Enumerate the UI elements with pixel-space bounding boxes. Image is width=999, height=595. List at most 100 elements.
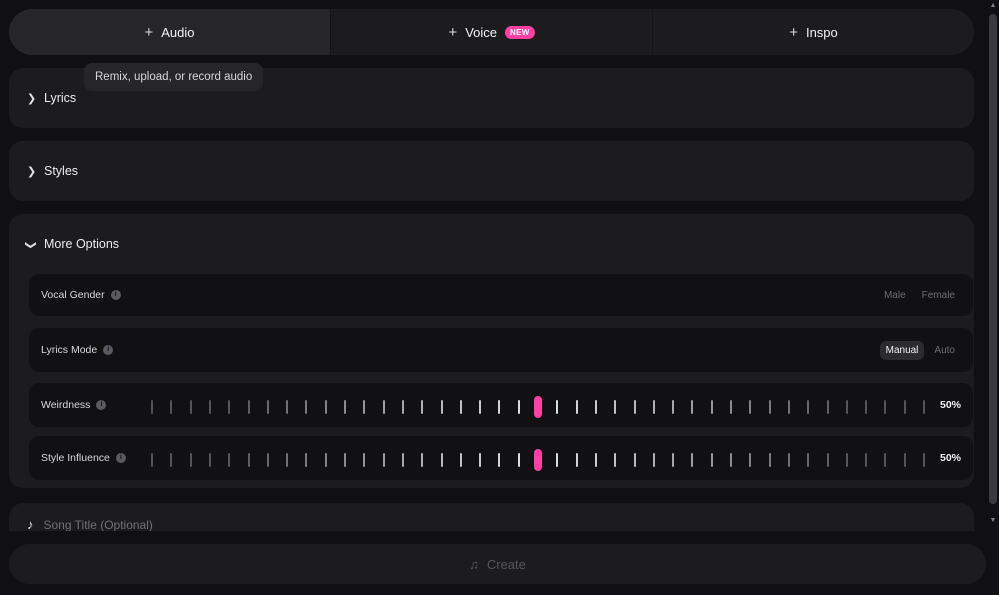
slider-tick (498, 453, 501, 467)
slider-tick (691, 400, 694, 414)
slider-tick (286, 400, 289, 414)
styles-toggle[interactable]: ❯ Styles (27, 164, 78, 178)
slider-tick (633, 453, 636, 467)
slider-tick (517, 400, 520, 414)
scrollbar[interactable]: ▲ ▼ (987, 0, 999, 595)
slider-tick (189, 453, 192, 467)
slider-tick (305, 453, 308, 467)
slider-tick (266, 400, 269, 414)
slider-tick (845, 400, 848, 414)
song-title-group: ♪ (27, 517, 344, 531)
tab-voice[interactable]: + Voice NEW (331, 9, 653, 55)
tab-inspo-label: Inspo (805, 24, 838, 40)
slider-tick (923, 453, 925, 467)
slider-handle[interactable] (534, 396, 542, 418)
female-option[interactable]: Female (916, 286, 961, 305)
more-options-label: More Options (44, 237, 120, 251)
slider-tick (903, 453, 906, 467)
create-button[interactable]: ♫ Create (9, 544, 986, 584)
slider-tick (363, 400, 366, 414)
slider-tick (305, 400, 308, 414)
slider-tick (266, 453, 269, 467)
slider-tick (575, 400, 578, 414)
info-icon[interactable]: i (115, 453, 126, 463)
slider-tick (401, 453, 404, 467)
tab-inspo[interactable]: + Inspo (653, 9, 974, 55)
slider-tick (556, 400, 559, 414)
tab-audio[interactable]: + Audio (9, 9, 331, 55)
vocal-gender-row: Vocal Gender i Male Female (29, 274, 973, 316)
lyrics-toggle[interactable]: ❯ Lyrics (27, 91, 76, 105)
slider-tick (575, 453, 578, 467)
lyrics-mode-label-group: Lyrics Mode i (41, 328, 114, 372)
slider-tick (498, 400, 501, 414)
song-title-card: ♪ (9, 503, 974, 531)
slider-tick (247, 453, 250, 467)
style-influence-label-group: Style Influence i (41, 436, 126, 480)
chevron-down-icon: ❯ (24, 240, 37, 250)
music-notes-icon: ♫ (469, 556, 479, 572)
song-title-input[interactable] (43, 517, 344, 531)
vocal-gender-label-group: Vocal Gender i (41, 274, 121, 316)
slider-tick (730, 400, 732, 414)
slider-tick (459, 400, 462, 414)
slider-tick (363, 453, 366, 467)
slider-tick (440, 400, 443, 414)
slider-tick (710, 400, 713, 414)
slider-tick (845, 453, 848, 467)
slider-tick (228, 453, 231, 467)
slider-tick (633, 400, 636, 414)
info-icon[interactable]: i (96, 400, 107, 410)
slider-tick (170, 400, 173, 414)
slider-handle[interactable] (534, 449, 542, 471)
slider-tick (286, 453, 289, 467)
weirdness-row: Weirdness i 50% (29, 383, 973, 427)
slider-tick (170, 453, 173, 467)
slider-tick (479, 400, 482, 414)
more-options-card: ❯ More Options Vocal Gender i Male Femal… (9, 214, 974, 488)
weirdness-label: Weirdness (41, 399, 91, 411)
slider-tick (344, 400, 346, 414)
slider-tick (749, 400, 752, 414)
plus-icon: + (144, 23, 154, 41)
weirdness-label-group: Weirdness i (41, 383, 107, 427)
slider-tick (710, 453, 713, 467)
scroll-thumb[interactable] (989, 14, 997, 504)
slider-tick (556, 453, 559, 467)
lyrics-mode-row: Lyrics Mode i Manual Auto (29, 328, 973, 372)
slider-tick (421, 453, 424, 467)
info-icon[interactable]: i (110, 290, 121, 300)
slider-tick (787, 400, 790, 414)
slider-tick (768, 453, 771, 467)
weirdness-slider[interactable] (151, 396, 925, 418)
more-options-toggle[interactable]: ❯ More Options (24, 237, 120, 251)
audio-tooltip: Remix, upload, or record audio (84, 63, 264, 91)
slider-tick (401, 400, 404, 414)
slider-tick (787, 453, 790, 467)
scroll-up-icon[interactable]: ▲ (989, 2, 997, 10)
slider-tick (884, 400, 887, 414)
chevron-right-icon: ❯ (27, 92, 37, 105)
create-label: Create (486, 556, 526, 572)
style-influence-row: Style Influence i 50% (29, 436, 973, 480)
style-influence-value: 50% (939, 452, 961, 464)
male-option[interactable]: Male (878, 286, 912, 305)
slider-tick (672, 400, 675, 414)
lyrics-mode-label: Lyrics Mode (41, 344, 98, 356)
weirdness-value: 50% (939, 399, 961, 411)
slider-tick (730, 453, 732, 467)
style-influence-slider[interactable] (151, 449, 925, 471)
slider-tick (517, 453, 520, 467)
scroll-down-icon[interactable]: ▼ (989, 517, 997, 525)
slider-tick (826, 400, 829, 414)
slider-tick (807, 453, 810, 467)
styles-card: ❯ Styles (9, 141, 974, 201)
new-badge: NEW (505, 25, 535, 39)
slider-tick (614, 453, 617, 467)
auto-option[interactable]: Auto (928, 341, 961, 360)
styles-label: Styles (44, 164, 79, 178)
manual-option[interactable]: Manual (879, 340, 925, 360)
info-icon[interactable]: i (103, 345, 114, 355)
slider-tick (151, 400, 153, 414)
slider-tick (672, 453, 675, 467)
